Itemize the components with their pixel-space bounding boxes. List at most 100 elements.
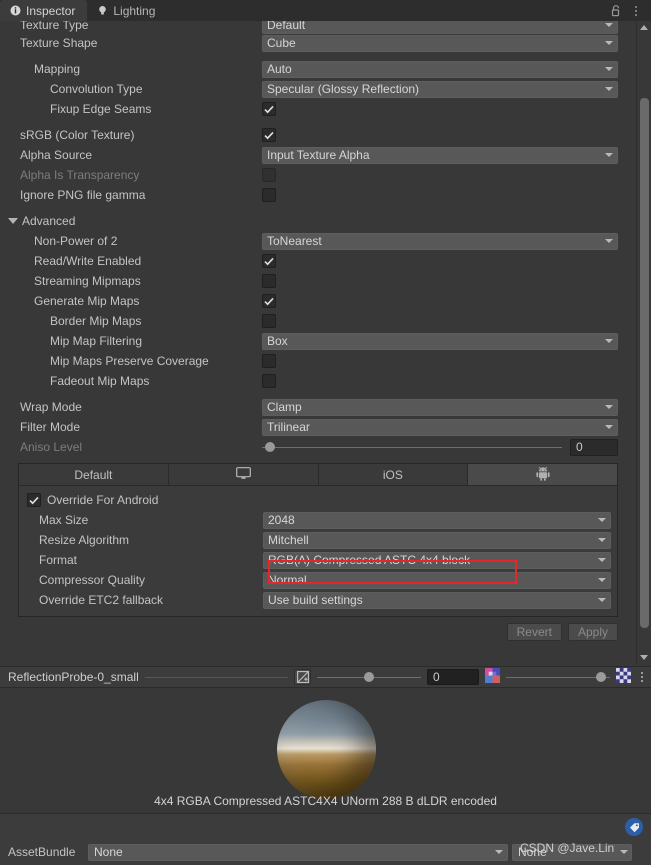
assetbundle-variant-dropdown[interactable]: None	[512, 843, 632, 861]
read-write-enabled-checkbox[interactable]	[262, 254, 276, 268]
override-etc2-value: Use build settings	[268, 593, 363, 607]
streaming-mipmaps-control	[262, 274, 636, 288]
slider-knob[interactable]	[596, 672, 606, 682]
slider-knob[interactable]	[265, 442, 275, 452]
apply-button[interactable]: Apply	[567, 623, 618, 641]
chevron-down-icon	[605, 425, 613, 429]
row-convolution-type: Convolution Type Specular (Glossy Reflec…	[0, 79, 636, 99]
format-dropdown[interactable]: RGB(A) Compressed ASTC 4x4 block	[263, 551, 611, 569]
mip-maps-preserve-coverage-checkbox[interactable]	[262, 354, 276, 368]
mip-level-slider[interactable]	[317, 670, 421, 684]
advanced-foldout[interactable]: Advanced	[0, 214, 262, 228]
resize-algorithm-label: Resize Algorithm	[39, 533, 130, 547]
assetbundle-variant-value: None	[518, 845, 547, 859]
non-power-of-2-dropdown[interactable]: ToNearest	[262, 232, 618, 250]
mapping-dropdown[interactable]: Auto	[262, 60, 618, 78]
texture-type-value: Default	[267, 21, 306, 32]
mip-level-icon[interactable]	[294, 669, 311, 685]
scroll-up-arrow-icon[interactable]	[640, 25, 648, 30]
max-size-control: 2048	[263, 511, 617, 529]
format-control: RGB(A) Compressed ASTC 4x4 block	[263, 551, 617, 569]
compressor-quality-control: Normal	[263, 571, 617, 589]
tag-icon[interactable]	[625, 818, 643, 836]
tab-lighting[interactable]: Lighting	[87, 0, 167, 21]
row-ignore-png-gamma: Ignore PNG file gamma	[0, 185, 636, 205]
preview-title: ReflectionProbe-0_small	[8, 670, 139, 684]
mapping-control: Auto	[262, 60, 636, 78]
override-etc2-control: Use build settings	[263, 591, 617, 609]
row-aniso-level: Aniso Level 0	[0, 437, 636, 457]
chevron-down-icon	[620, 850, 628, 854]
alpha-source-dropdown[interactable]: Input Texture Alpha	[262, 146, 618, 164]
preview-zoom-slider[interactable]	[506, 670, 610, 684]
border-mip-maps-checkbox[interactable]	[262, 314, 276, 328]
mip-map-filtering-dropdown[interactable]: Box	[262, 332, 618, 350]
revert-button-label: Revert	[516, 625, 552, 639]
fixup-edge-seams-label: Fixup Edge Seams	[50, 102, 152, 116]
row-generate-mip-maps: Generate Mip Maps	[0, 291, 636, 311]
scrollbar-thumb[interactable]	[640, 98, 649, 628]
chevron-down-icon	[605, 405, 613, 409]
check-icon	[264, 131, 274, 139]
non-power-of-2-label: Non-Power of 2	[34, 234, 118, 248]
ignore-png-gamma-checkbox[interactable]	[262, 188, 276, 202]
filter-mode-dropdown[interactable]: Trilinear	[262, 418, 618, 436]
preview-body[interactable]: 4x4 RGBA Compressed ASTC4X4 UNorm 288 B …	[0, 688, 651, 813]
checkerboard-icon[interactable]	[616, 668, 631, 686]
row-read-write-enabled: Read/Write Enabled	[0, 251, 636, 271]
convolution-type-dropdown[interactable]: Specular (Glossy Reflection)	[262, 80, 618, 98]
assetbundle-row: AssetBundle None None	[0, 842, 651, 862]
preview-toolbar: ReflectionProbe-0_small 0	[0, 666, 651, 688]
mip-level-field[interactable]: 0	[427, 669, 479, 685]
unity-inspector-window: Inspector Lighting Texture Type Default	[0, 0, 651, 865]
assetbundle-dropdown[interactable]: None	[88, 843, 508, 861]
override-for-android-checkbox[interactable]	[27, 493, 41, 507]
tab-inspector[interactable]: Inspector	[0, 0, 88, 21]
row-texture-shape: Texture Shape Cube	[0, 33, 636, 53]
platform-tab-android[interactable]	[468, 464, 617, 485]
inspector-scrollbar[interactable]	[636, 21, 651, 664]
rgb-channels-icon[interactable]	[485, 668, 500, 686]
streaming-mipmaps-checkbox[interactable]	[262, 274, 276, 288]
platform-settings-box: Default iOS Override For Android Max Siz…	[18, 463, 618, 617]
convolution-type-label: Convolution Type	[50, 82, 143, 96]
texture-shape-dropdown[interactable]: Cube	[262, 34, 618, 52]
generate-mip-maps-label: Generate Mip Maps	[34, 294, 140, 308]
max-size-dropdown[interactable]: 2048	[263, 511, 611, 529]
revert-button[interactable]: Revert	[506, 623, 562, 641]
slider-track	[506, 676, 610, 678]
row-advanced-foldout[interactable]: Advanced	[0, 211, 636, 231]
generate-mip-maps-checkbox[interactable]	[262, 294, 276, 308]
resize-algorithm-dropdown[interactable]: Mitchell	[263, 531, 611, 549]
srgb-label: sRGB (Color Texture)	[20, 128, 135, 142]
aniso-level-slider[interactable]	[262, 440, 562, 454]
texture-type-dropdown[interactable]: Default	[262, 21, 618, 34]
reflection-probe-preview-sphere[interactable]	[277, 700, 376, 799]
platform-tab-standalone[interactable]	[168, 464, 319, 485]
preview-menu-icon[interactable]	[637, 672, 647, 682]
compressor-quality-dropdown[interactable]: Normal	[263, 571, 611, 589]
platform-tab-ios[interactable]: iOS	[318, 464, 469, 485]
filter-mode-control: Trilinear	[262, 418, 636, 436]
fixup-edge-seams-checkbox[interactable]	[262, 102, 276, 116]
inspector-content: Texture Type Default Texture Shape Cube …	[0, 21, 636, 664]
scroll-down-arrow-icon[interactable]	[640, 655, 648, 660]
platform-tab-default[interactable]: Default	[19, 464, 169, 485]
fadeout-mip-maps-control	[262, 374, 636, 388]
slider-knob[interactable]	[364, 672, 374, 682]
wrap-mode-dropdown[interactable]: Clamp	[262, 398, 618, 416]
srgb-checkbox[interactable]	[262, 128, 276, 142]
mapping-value: Auto	[267, 62, 292, 76]
row-format: Format RGB(A) Compressed ASTC 4x4 block	[19, 550, 617, 570]
convolution-type-control: Specular (Glossy Reflection)	[262, 80, 636, 98]
streaming-mipmaps-label: Streaming Mipmaps	[34, 274, 141, 288]
padlock-open-icon[interactable]	[607, 2, 625, 20]
kebab-menu-icon[interactable]	[627, 2, 645, 20]
alpha-is-transparency-control	[262, 168, 636, 182]
fadeout-mip-maps-checkbox[interactable]	[262, 374, 276, 388]
override-etc2-dropdown[interactable]: Use build settings	[263, 591, 611, 609]
tab-inspector-label: Inspector	[26, 3, 76, 18]
row-resize-algorithm: Resize Algorithm Mitchell	[19, 530, 617, 550]
mip-map-filtering-control: Box	[262, 332, 636, 350]
aniso-level-field[interactable]: 0	[570, 438, 618, 456]
